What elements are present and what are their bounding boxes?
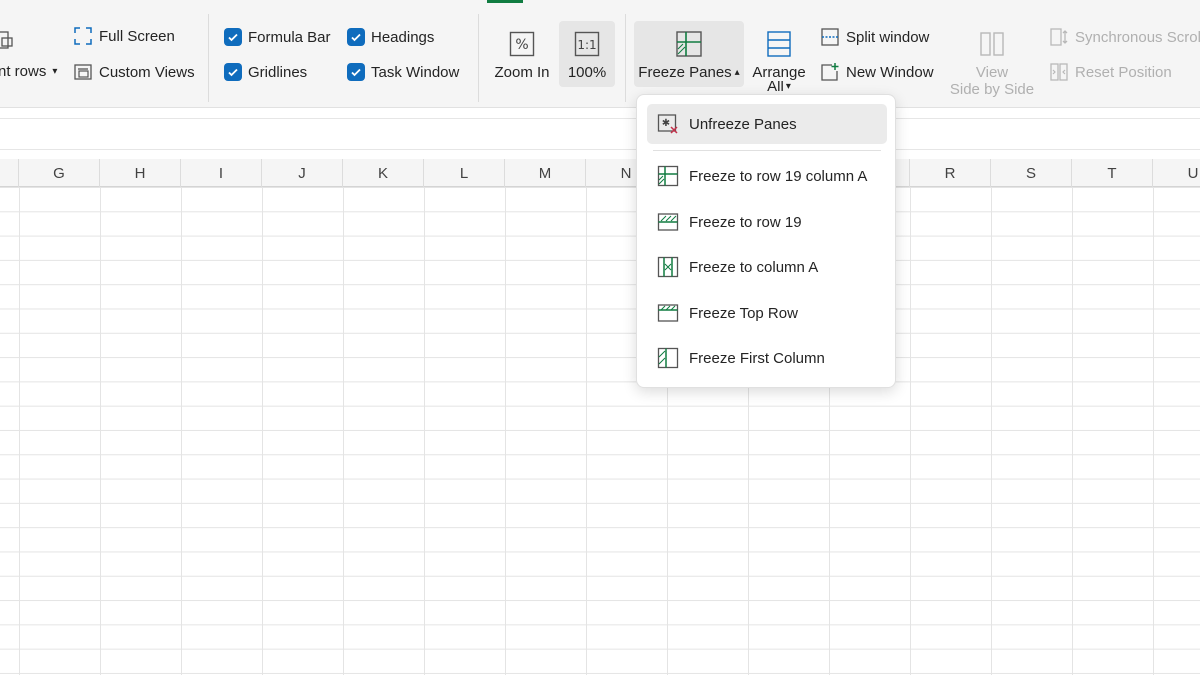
ribbon-divider	[625, 14, 626, 102]
column-header[interactable]: U	[1153, 159, 1200, 187]
unfreeze-icon: ✱	[657, 114, 678, 134]
split-window-icon	[821, 28, 839, 46]
custom-views-label: Custom Views	[99, 63, 195, 81]
freeze-first-column-icon	[657, 347, 679, 369]
synchronous-scroll-label: Synchronous Scroll	[1075, 28, 1200, 46]
full-screen-label: Full Screen	[99, 27, 175, 45]
headings-checkbox[interactable]: Headings	[347, 28, 434, 46]
menu-item-freeze-top-row[interactable]: Freeze Top Row	[647, 293, 887, 333]
svg-text:%: %	[515, 37, 528, 53]
new-window-icon	[821, 63, 839, 81]
reset-position-icon	[1050, 63, 1068, 81]
view-side-by-side-button[interactable]: View Side by Side	[946, 24, 1038, 102]
active-tab-indicator	[487, 0, 523, 3]
menu-divider	[653, 150, 881, 151]
chevron-down-icon: ▾	[52, 66, 58, 77]
freeze-column-icon	[657, 256, 679, 278]
headings-label: Headings	[371, 28, 435, 46]
column-header[interactable]: I	[181, 159, 262, 187]
freeze-rows-button[interactable]: nt rows ▾	[0, 63, 57, 80]
column-headers: G H I J K L M N O P Q R S T U	[0, 159, 1200, 187]
full-screen-button[interactable]: Full Screen	[73, 26, 175, 46]
synchronous-scroll-icon	[1050, 28, 1068, 46]
svg-text:1:1: 1:1	[577, 38, 596, 52]
zoom-100-icon: 1:1	[574, 24, 600, 64]
menu-item-freeze-row-col[interactable]: Freeze to row 19 column A	[647, 156, 887, 196]
reset-position-button[interactable]: Reset Position	[1049, 62, 1172, 82]
column-header[interactable]: K	[343, 159, 424, 187]
custom-views-icon	[74, 64, 92, 80]
freeze-panes-icon	[675, 24, 703, 64]
freeze-panes-label: Freeze Panes	[638, 64, 732, 81]
task-window-checkbox[interactable]: Task Window	[347, 63, 459, 81]
full-screen-icon	[74, 27, 92, 45]
arrange-all-icon	[766, 24, 792, 64]
menu-item-freeze-first-column[interactable]: Freeze First Column	[647, 338, 887, 378]
column-header[interactable]: R	[910, 159, 991, 187]
column-header[interactable]: G	[19, 159, 100, 187]
menu-item-unfreeze-panes[interactable]: ✱ Unfreeze Panes	[647, 104, 887, 144]
menu-item-label: Freeze Top Row	[689, 304, 798, 322]
menu-item-freeze-column[interactable]: Freeze to column A	[647, 247, 887, 287]
zoom-100-button[interactable]: 1:1 100%	[559, 21, 615, 87]
menu-item-label: Freeze to row 19 column A	[689, 167, 868, 185]
menu-item-label: Freeze First Column	[689, 349, 825, 367]
freeze-row-icon	[657, 213, 679, 231]
checkbox-checked-icon	[224, 28, 242, 46]
custom-views-button[interactable]: Custom Views	[73, 62, 195, 82]
chevron-down-icon: ▾	[785, 81, 791, 92]
new-window-label: New Window	[846, 63, 934, 81]
freeze-panes-button[interactable]: Freeze Panes ▴	[634, 21, 744, 87]
menu-item-label: Unfreeze Panes	[689, 115, 797, 133]
checkbox-checked-icon	[347, 28, 365, 46]
column-header[interactable]: S	[991, 159, 1072, 187]
new-window-button[interactable]: New Window	[820, 62, 934, 82]
svg-text:✱: ✱	[662, 118, 670, 129]
checkbox-checked-icon	[347, 63, 365, 81]
menu-item-label: Freeze to column A	[689, 258, 819, 276]
view-side-label-line1: View	[975, 64, 1009, 81]
column-header[interactable]: M	[505, 159, 586, 187]
ribbon-divider	[478, 14, 479, 102]
column-header[interactable]: T	[1072, 159, 1153, 187]
freeze-rows-icon[interactable]	[0, 28, 16, 52]
zoom-percent-icon: %	[509, 24, 535, 64]
zoom-level-label: 100%	[567, 64, 607, 81]
ribbon-divider	[208, 14, 209, 102]
menu-item-label: Freeze to row 19	[689, 213, 802, 231]
menu-item-freeze-row[interactable]: Freeze to row 19	[647, 202, 887, 242]
formula-bar-checkbox[interactable]: Formula Bar	[224, 28, 331, 46]
freeze-top-row-icon	[657, 304, 679, 322]
zoom-in-button[interactable]: % Zoom In	[490, 24, 554, 86]
arrange-all-label-line1: Arrange	[752, 64, 806, 81]
column-header[interactable]: J	[262, 159, 343, 187]
split-window-label: Split window	[846, 28, 930, 46]
gridlines-label: Gridlines	[248, 63, 308, 81]
freeze-panes-icon	[657, 165, 679, 187]
arrange-all-label-line2: All	[767, 81, 784, 93]
chevron-up-icon: ▴	[734, 67, 740, 78]
cell-grid[interactable]	[0, 187, 1200, 675]
task-window-label: Task Window	[371, 63, 460, 81]
column-header[interactable]: L	[424, 159, 505, 187]
freeze-rows-label: nt rows	[0, 63, 47, 80]
formula-bar[interactable]	[0, 118, 1200, 150]
checkbox-checked-icon	[224, 63, 242, 81]
reset-position-label: Reset Position	[1075, 63, 1172, 81]
ribbon: nt rows ▾ Full Screen Custom Views Formu…	[0, 0, 1200, 108]
zoom-in-label: Zoom In	[494, 64, 550, 81]
column-header[interactable]: H	[100, 159, 181, 187]
synchronous-scroll-button[interactable]: Synchronous Scroll	[1049, 27, 1200, 47]
column-header-partial[interactable]	[0, 159, 19, 187]
arrange-all-button[interactable]: Arrange All ▾	[748, 24, 810, 100]
split-window-button[interactable]: Split window	[820, 27, 929, 47]
view-side-label-line2: Side by Side	[949, 81, 1035, 98]
side-by-side-icon	[979, 24, 1005, 64]
freeze-panes-menu: ✱ Unfreeze Panes Freeze to row 19 column…	[636, 94, 896, 388]
formula-bar-label: Formula Bar	[248, 28, 331, 46]
gridlines-checkbox[interactable]: Gridlines	[224, 63, 307, 81]
